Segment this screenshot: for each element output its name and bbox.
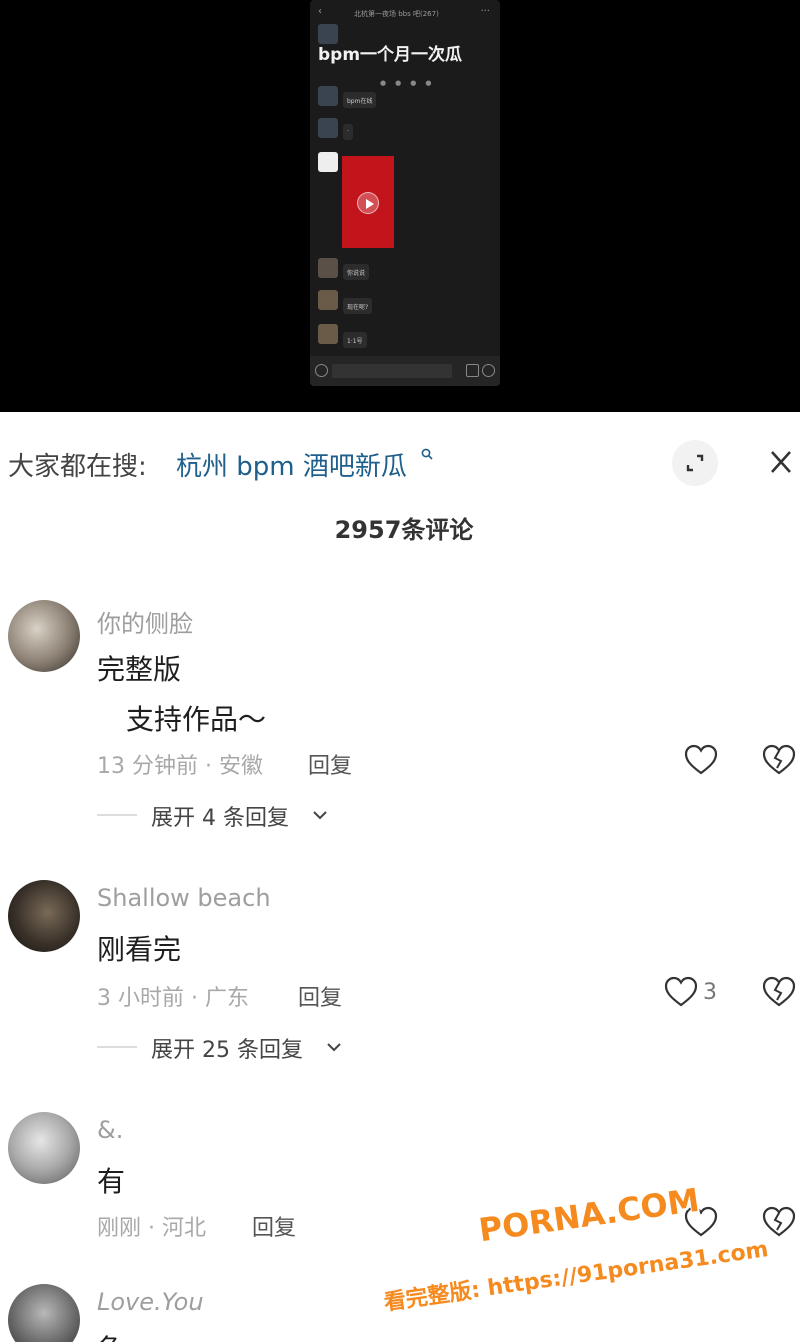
- like-heart-icon[interactable]: [684, 744, 718, 776]
- reply-button[interactable]: 回复: [252, 1210, 296, 1242]
- plus-icon: [482, 364, 495, 377]
- like-heart-icon[interactable]: [664, 976, 698, 1008]
- phone-message: 你说说: [343, 264, 370, 280]
- comment-time-location: 3 小时前 · 广东: [97, 986, 249, 1011]
- phone-more-icon: ···: [480, 6, 490, 17]
- comment-text: 急: [97, 1328, 125, 1342]
- close-icon: [771, 451, 791, 473]
- expand-replies-label: 展开 25 条回复: [151, 1038, 303, 1063]
- comment-time-location: 13 分钟前 · 安徽: [97, 754, 263, 779]
- phone-avatar: [318, 258, 338, 278]
- search-icon[interactable]: [421, 448, 433, 460]
- phone-chat-header: ‹ 北杭第一夜场 bbs 吧(267) ···: [310, 6, 500, 22]
- avatar[interactable]: [8, 1284, 80, 1342]
- phone-avatar: [318, 152, 338, 172]
- phone-message: bpm在线: [343, 92, 377, 108]
- dislike-broken-heart-icon[interactable]: [762, 1206, 796, 1238]
- reply-button[interactable]: 回复: [298, 980, 342, 1012]
- comment-text: 完整版: [97, 653, 182, 686]
- phone-back-icon: ‹: [318, 6, 322, 17]
- video-headline: bpm一个月一次瓜: [318, 45, 463, 65]
- comment-text: 有: [97, 1165, 126, 1198]
- like-count: 3: [703, 980, 717, 1005]
- play-icon: [357, 192, 379, 214]
- phone-avatar: [318, 290, 338, 310]
- divider-line: [97, 1046, 137, 1048]
- avatar[interactable]: [8, 1112, 80, 1184]
- phone-video-thumbnail: [342, 156, 394, 248]
- phone-avatar: [318, 324, 338, 344]
- phone-avatar: [318, 86, 338, 106]
- close-button[interactable]: [760, 442, 800, 482]
- comment-text: 刚看完: [97, 933, 182, 966]
- phone-message: 1·1号: [343, 332, 367, 348]
- trending-search-link[interactable]: 杭州 bpm 酒吧新瓜: [176, 446, 407, 483]
- phone-message: 现在呢?: [343, 298, 373, 314]
- video-frame-screenshot: ‹ 北杭第一夜场 bbs 吧(267) ··· bpm一个月一次瓜 ●●●● b…: [310, 0, 500, 386]
- phone-chat-title: 北杭第一夜场 bbs 吧(267): [354, 10, 439, 18]
- comment-time-location: 刚刚 · 河北: [97, 1216, 206, 1241]
- comment-username[interactable]: 你的侧脸: [97, 604, 193, 639]
- avatar[interactable]: [8, 880, 80, 952]
- chevron-down-icon: [327, 1043, 341, 1052]
- watermark-text: 看完整版: https://91porna31.com: [382, 1237, 770, 1316]
- dislike-broken-heart-icon[interactable]: [762, 744, 796, 776]
- dislike-broken-heart-icon[interactable]: [762, 976, 796, 1008]
- trending-search-prefix: 大家都在搜:: [8, 452, 147, 482]
- phone-input-box: [332, 364, 452, 378]
- voice-icon: [315, 364, 328, 377]
- expand-icon: [686, 454, 704, 472]
- comment-count: 2957条评论: [334, 516, 474, 544]
- expand-button[interactable]: [672, 440, 718, 486]
- watermark-logo: PORNA.COM: [476, 1180, 702, 1250]
- video-player[interactable]: ‹ 北杭第一夜场 bbs 吧(267) ··· bpm一个月一次瓜 ●●●● b…: [0, 0, 800, 412]
- expand-replies-label: 展开 4 条回复: [151, 806, 289, 831]
- comment-username[interactable]: &.: [97, 1116, 123, 1144]
- phone-input-bar: [310, 356, 500, 386]
- divider-line: [97, 814, 137, 816]
- phone-message: ·: [343, 124, 353, 140]
- comment-username[interactable]: Shallow beach: [97, 884, 271, 912]
- reply-button[interactable]: 回复: [308, 748, 352, 780]
- comment-text: 支持作品～: [126, 703, 267, 736]
- chevron-down-icon: [313, 811, 327, 820]
- comment-username[interactable]: Love.You: [97, 1288, 204, 1316]
- avatar[interactable]: [8, 600, 80, 672]
- phone-dots: ●●●●: [380, 79, 441, 87]
- phone-avatar: [318, 118, 338, 138]
- emoji-icon: [466, 364, 479, 377]
